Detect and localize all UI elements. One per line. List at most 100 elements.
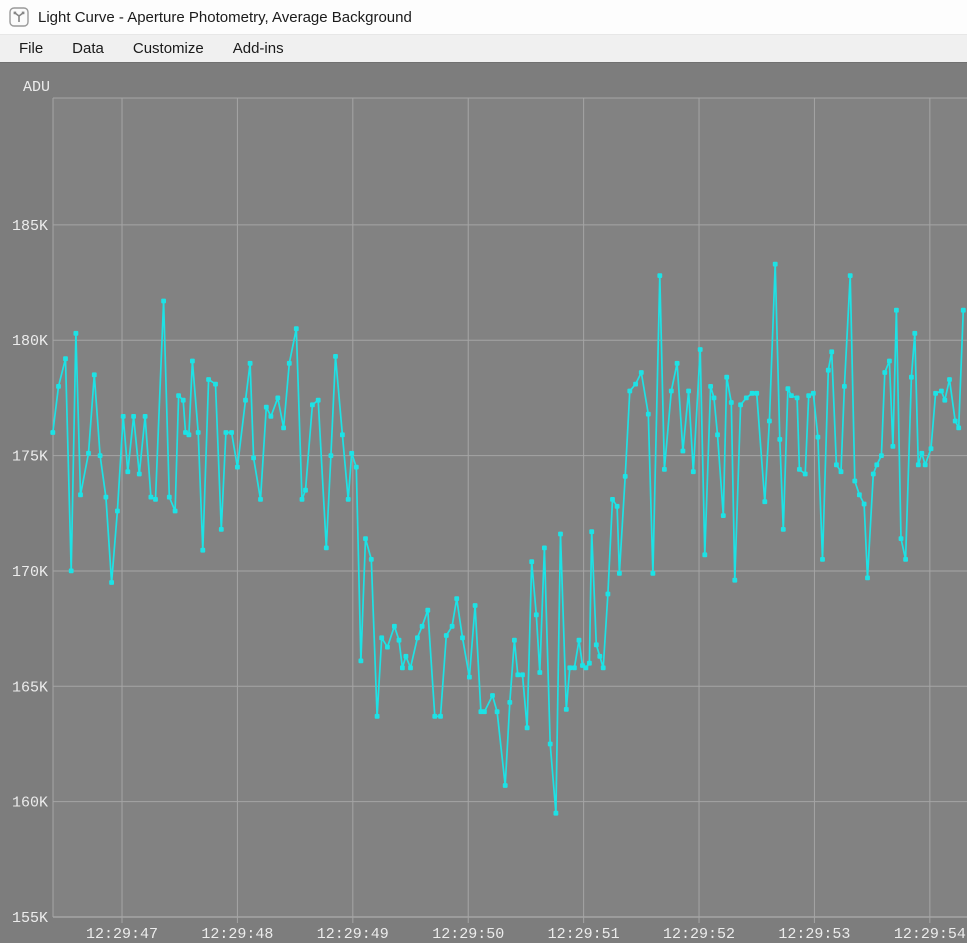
data-point-marker — [708, 384, 713, 389]
data-point-marker — [577, 638, 582, 643]
data-point-marker — [425, 608, 430, 613]
menu-customize[interactable]: Customize — [130, 38, 207, 59]
data-point-marker — [686, 389, 691, 394]
data-point-marker — [438, 714, 443, 719]
data-point-marker — [857, 492, 862, 497]
data-point-marker — [520, 672, 525, 677]
data-point-marker — [662, 467, 667, 472]
data-point-marker — [92, 372, 97, 377]
data-point-marker — [143, 414, 148, 419]
data-point-marker — [213, 382, 218, 387]
data-point-marker — [529, 559, 534, 564]
data-point-marker — [558, 532, 563, 537]
menu-addins[interactable]: Add-ins — [230, 38, 287, 59]
data-point-marker — [617, 571, 622, 576]
menu-file[interactable]: File — [16, 38, 46, 59]
data-point-marker — [69, 569, 74, 574]
data-point-marker — [294, 326, 299, 331]
data-point-marker — [269, 414, 274, 419]
data-point-marker — [397, 638, 402, 643]
data-point-marker — [385, 645, 390, 650]
data-point-marker — [597, 654, 602, 659]
data-point-marker — [525, 725, 530, 730]
data-point-marker — [826, 368, 831, 373]
data-point-marker — [219, 527, 224, 532]
data-point-marker — [923, 462, 928, 467]
data-point-marker — [359, 659, 364, 664]
data-point-marker — [420, 624, 425, 629]
data-point-marker — [515, 672, 520, 677]
x-axis-tick-label: 12:29:49 — [317, 926, 389, 943]
data-point-marker — [369, 557, 374, 562]
data-point-marker — [74, 331, 79, 336]
data-point-marker — [919, 451, 924, 456]
data-point-marker — [400, 665, 405, 670]
data-point-marker — [206, 377, 211, 382]
x-axis-tick-label: 12:29:52 — [663, 926, 735, 943]
data-point-marker — [933, 391, 938, 396]
menu-data[interactable]: Data — [69, 38, 107, 59]
data-point-marker — [639, 370, 644, 375]
y-axis-tick-label: 175K — [12, 449, 48, 466]
data-point-marker — [86, 451, 91, 456]
data-point-marker — [669, 389, 674, 394]
data-point-marker — [264, 405, 269, 410]
data-point-marker — [806, 393, 811, 398]
x-axis-tick-label: 12:29:54 — [894, 926, 966, 943]
plot-background[interactable] — [53, 98, 967, 917]
data-point-marker — [329, 453, 334, 458]
data-point-marker — [942, 398, 947, 403]
data-point-marker — [587, 661, 592, 666]
data-point-marker — [572, 665, 577, 670]
data-point-marker — [432, 714, 437, 719]
data-point-marker — [887, 359, 892, 364]
data-point-marker — [137, 472, 142, 477]
data-point-marker — [56, 384, 61, 389]
y-axis-tick-label: 160K — [12, 795, 48, 812]
data-point-marker — [346, 497, 351, 502]
data-point-marker — [349, 451, 354, 456]
y-axis-tick-label: 185K — [12, 218, 48, 235]
data-point-marker — [750, 391, 755, 396]
data-point-marker — [109, 580, 114, 585]
data-point-marker — [310, 402, 315, 407]
data-point-marker — [789, 393, 794, 398]
data-point-marker — [633, 382, 638, 387]
data-point-marker — [781, 527, 786, 532]
data-point-marker — [200, 548, 205, 553]
data-point-marker — [224, 430, 229, 435]
window: { "window": { "title": "Light Curve - Ap… — [0, 0, 967, 942]
data-point-marker — [415, 635, 420, 640]
data-point-marker — [767, 419, 772, 424]
app-icon — [9, 7, 29, 27]
data-point-marker — [874, 462, 879, 467]
data-point-marker — [303, 488, 308, 493]
data-point-marker — [467, 675, 472, 680]
x-axis-tick-label: 12:29:53 — [778, 926, 850, 943]
data-point-marker — [816, 435, 821, 440]
data-point-marker — [601, 665, 606, 670]
data-point-marker — [912, 331, 917, 336]
y-axis-tick-label: 170K — [12, 564, 48, 581]
data-point-marker — [675, 361, 680, 366]
data-point-marker — [503, 783, 508, 788]
data-point-marker — [196, 430, 201, 435]
data-point-marker — [732, 578, 737, 583]
data-point-marker — [715, 432, 720, 437]
data-point-marker — [354, 465, 359, 470]
data-point-marker — [803, 472, 808, 477]
data-point-marker — [795, 396, 800, 401]
y-axis-title: ADU — [23, 79, 50, 96]
data-point-marker — [537, 670, 542, 675]
data-point-marker — [275, 396, 280, 401]
data-point-marker — [190, 359, 195, 364]
data-point-marker — [454, 596, 459, 601]
data-point-marker — [754, 391, 759, 396]
data-point-marker — [281, 426, 286, 431]
light-curve-plot[interactable]: 155K160K165K170K175K180K185KADU12:29:471… — [0, 63, 967, 943]
data-point-marker — [691, 469, 696, 474]
data-point-marker — [167, 495, 172, 500]
data-point-marker — [534, 612, 539, 617]
data-point-marker — [104, 495, 109, 500]
data-point-marker — [712, 396, 717, 401]
